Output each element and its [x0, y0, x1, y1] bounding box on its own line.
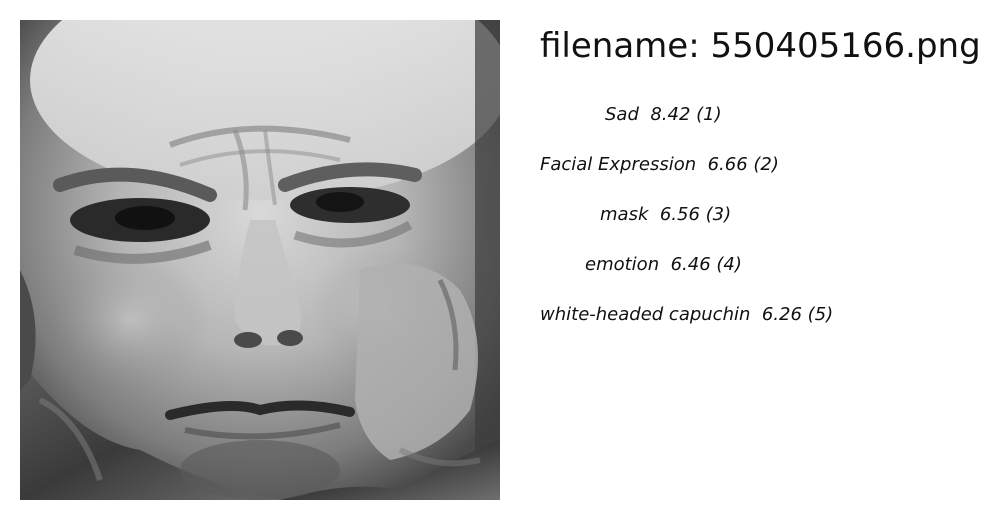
prediction-label: Facial Expression: [540, 154, 697, 175]
prediction-label: Sad: [605, 104, 639, 125]
filename-label: filename: 550405166.png: [540, 26, 981, 66]
prediction-rank: (1): [696, 104, 722, 125]
prediction-label: white-headed capuchin: [540, 304, 751, 325]
prediction-score: 6.26: [761, 304, 802, 325]
prediction-label: emotion: [585, 254, 660, 275]
prediction-panel: filename: 550405166.png Sad 8.42 (1) Fac…: [540, 0, 981, 520]
face-photo: [20, 20, 500, 500]
prediction-rank: (4): [716, 254, 742, 275]
prediction-score: 6.56: [659, 204, 700, 225]
prediction-rank: (2): [753, 154, 779, 175]
prediction-label: mask: [600, 204, 649, 225]
prediction-row-5: white-headed capuchin 6.26 (5): [540, 300, 833, 330]
prediction-row-4: emotion 6.46 (4): [585, 250, 742, 280]
prediction-rank: (3): [705, 204, 732, 225]
prediction-row-3: mask 6.56 (3): [600, 200, 731, 230]
prediction-row-2: Facial Expression 6.66 (2): [540, 150, 779, 180]
prediction-score: 6.46: [670, 254, 711, 275]
prediction-score: 6.66: [707, 154, 748, 175]
prediction-row-1: Sad 8.42 (1): [605, 100, 722, 130]
face-photo-icon: [20, 20, 500, 500]
prediction-score: 8.42: [650, 104, 691, 125]
prediction-rank: (5): [807, 304, 834, 325]
